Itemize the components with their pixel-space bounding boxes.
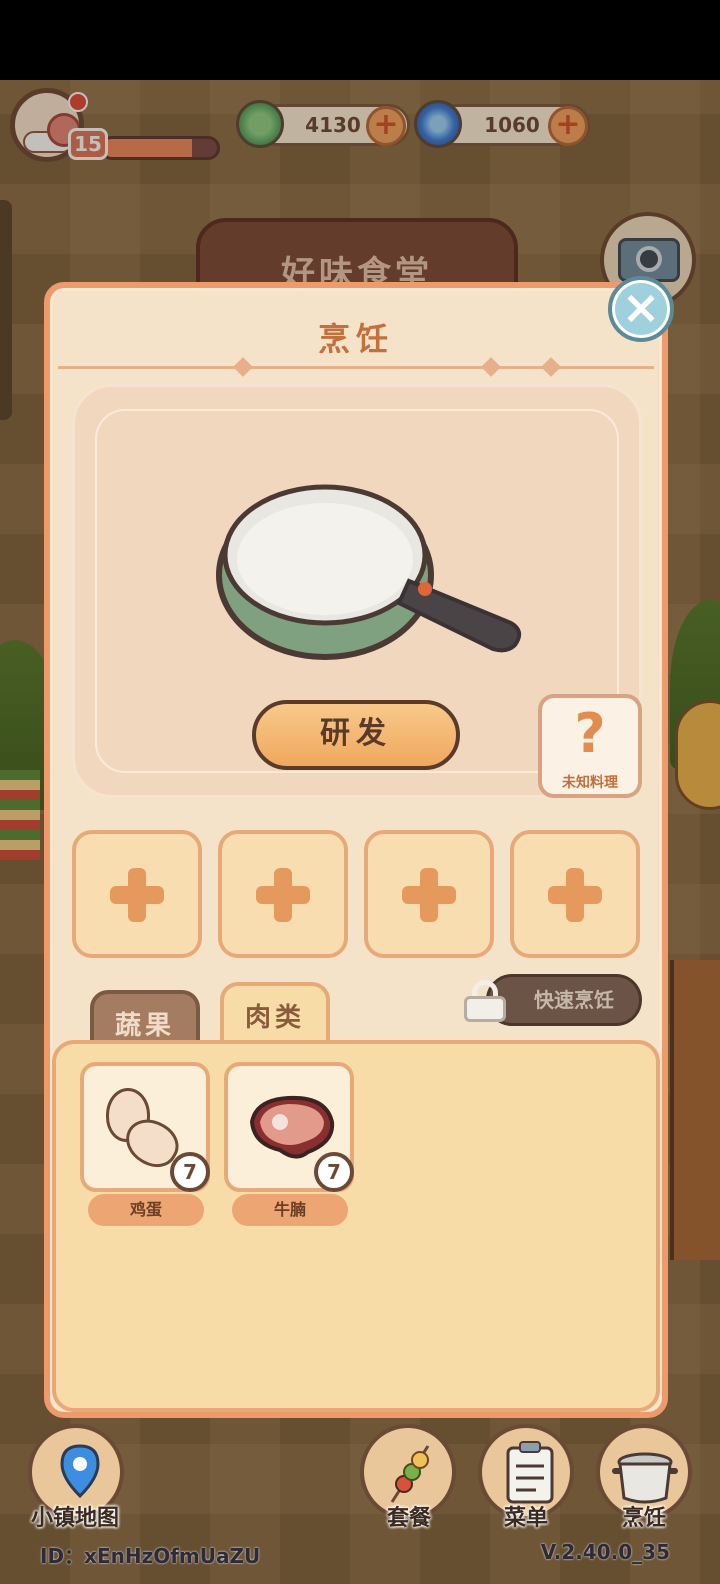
lock-icon xyxy=(462,980,508,1022)
status-bar xyxy=(0,0,720,80)
version-label: V.2.40.0_35 xyxy=(540,1540,670,1564)
plus-icon xyxy=(548,868,602,922)
frying-pan-icon xyxy=(216,484,522,660)
ingredient-count: 7 xyxy=(170,1152,210,1192)
set-meal-label: 套餐 xyxy=(386,1506,431,1531)
ingredient-slot[interactable] xyxy=(72,830,202,958)
ingredient-count: 7 xyxy=(314,1152,354,1192)
plus-icon xyxy=(110,868,164,922)
divider-ornament xyxy=(481,357,501,377)
ingredient-slot[interactable] xyxy=(510,830,640,958)
ingredient-slot[interactable] xyxy=(364,830,494,958)
player-id: ID：xEnHzOfmUaZU xyxy=(40,1544,261,1568)
title-divider xyxy=(58,366,654,369)
clipboard-icon xyxy=(506,1441,554,1504)
divider-ornament xyxy=(541,357,561,377)
research-button[interactable]: 研发 xyxy=(252,700,460,770)
question-mark-icon: ? xyxy=(574,702,606,765)
cook-label: 烹饪 xyxy=(621,1506,666,1531)
ingredient-label: 牛腩 xyxy=(232,1194,348,1226)
tab-vegetables[interactable]: 蔬果 xyxy=(90,990,200,1046)
town-map-label: 小镇地图 xyxy=(30,1506,119,1531)
quick-cook-button[interactable]: 快速烹饪 xyxy=(486,974,642,1026)
beef-brisket-icon xyxy=(249,1095,335,1159)
ingredient-slot[interactable] xyxy=(218,830,348,958)
lock-body xyxy=(464,996,506,1022)
menu-label: 菜单 xyxy=(503,1506,548,1531)
close-button[interactable]: × xyxy=(608,276,674,342)
plus-icon xyxy=(402,868,456,922)
map-pin-icon xyxy=(60,1444,100,1498)
ingredient-card-egg[interactable]: 7 xyxy=(80,1062,210,1192)
tab-meat[interactable]: 肉类 xyxy=(220,982,330,1046)
divider-ornament xyxy=(233,357,253,377)
unknown-dish-label: 未知料理 xyxy=(562,775,618,791)
panel-title: 烹饪 xyxy=(317,320,394,358)
plus-icon xyxy=(256,868,310,922)
ingredient-card-beef[interactable]: 7 xyxy=(224,1062,354,1192)
skewer-icon xyxy=(390,1445,430,1503)
cooking-pot-icon xyxy=(612,1452,678,1504)
unknown-dish-card[interactable]: ? 未知料理 xyxy=(538,694,642,798)
ingredient-label: 鸡蛋 xyxy=(88,1194,204,1226)
